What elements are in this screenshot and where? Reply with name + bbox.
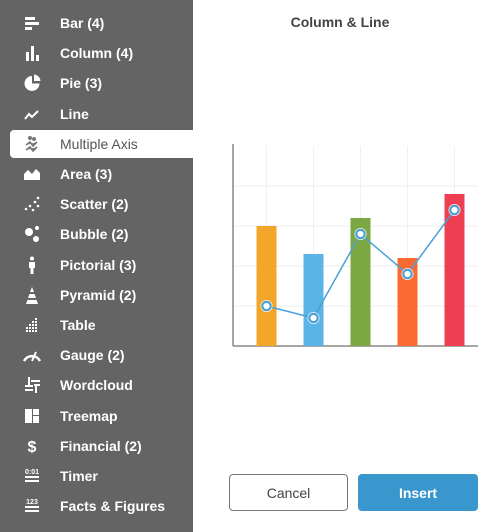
- line-point: [355, 228, 366, 240]
- sidebar-item-table[interactable]: Table: [10, 311, 193, 339]
- sidebar-item-column[interactable]: Column (4): [10, 39, 193, 67]
- line-point: [308, 312, 319, 324]
- line-point: [261, 300, 272, 312]
- sidebar-item-label: Column (4): [60, 45, 134, 62]
- scatter-chart-icon: [20, 194, 44, 214]
- sidebar-item-label: Scatter (2): [60, 196, 129, 213]
- sidebar-item-label: Line: [60, 105, 89, 122]
- table-icon: [20, 315, 44, 335]
- preview-title: Column & Line: [290, 14, 390, 30]
- sidebar-item-label: Wordcloud: [60, 377, 133, 394]
- pie-chart-icon: [20, 73, 44, 93]
- bar: [256, 226, 277, 346]
- sidebar-item-pictorial[interactable]: Pictorial (3): [10, 251, 193, 279]
- sidebar-item-label: Treemap: [60, 407, 118, 424]
- column-chart-icon: [20, 43, 44, 63]
- svg-text:0:01: 0:01: [25, 469, 39, 476]
- sidebar-item-timer[interactable]: 0:01 Timer: [10, 462, 193, 490]
- gauge-icon: [20, 345, 44, 365]
- pyramid-icon: [20, 285, 44, 305]
- sidebar-item-wordcloud[interactable]: Wordcloud: [10, 371, 193, 399]
- wordcloud-icon: [20, 375, 44, 395]
- sidebar-item-label: Area (3): [60, 166, 113, 182]
- sidebar-item-treemap[interactable]: Treemap: [10, 402, 193, 430]
- sidebar-item-pie[interactable]: Pie (3): [10, 69, 193, 97]
- sidebar-item-line[interactable]: Line: [10, 100, 193, 128]
- line-point: [449, 204, 460, 216]
- sidebar-item-bar[interactable]: Bar (4): [10, 9, 193, 37]
- area-chart-icon: [20, 164, 44, 184]
- sidebar-item-label: Financial (2): [60, 437, 142, 454]
- sidebar-item-label: Pictorial (3): [60, 256, 137, 273]
- sidebar-item-label: Facts & Figures: [60, 498, 166, 515]
- sidebar-item-facts-figures[interactable]: 123 Facts & Figures: [10, 492, 193, 520]
- multiple-axis-icon: [20, 134, 44, 154]
- dollar-icon: $: [20, 436, 44, 456]
- svg-text:123: 123: [26, 499, 38, 506]
- svg-text:$: $: [28, 439, 37, 456]
- sidebar-item-area[interactable]: Area (3): [10, 160, 193, 188]
- sidebar-item-label: Bubble (2): [60, 226, 129, 243]
- sidebar-item-label: Multiple Axis: [60, 135, 138, 152]
- sidebar-item-label: Pyramid (2): [60, 286, 137, 303]
- sidebar-item-label: Pie (3): [60, 75, 103, 92]
- sidebar-item-financial[interactable]: $ Financial (2): [10, 432, 193, 460]
- sidebar-item-label: Timer: [60, 468, 98, 484]
- insert-button[interactable]: Insert: [358, 474, 478, 511]
- line-chart-icon: [20, 104, 44, 124]
- chart-type-sidebar: Bar (4) Column (4) Pie (3) Line Multiple Axi…: [0, 0, 193, 532]
- treemap-icon: [20, 406, 44, 426]
- timer-icon: 0:01: [20, 466, 44, 486]
- cancel-button[interactable]: Cancel: [229, 474, 348, 511]
- bar-chart-icon: [20, 13, 44, 33]
- pictorial-icon: [20, 255, 44, 275]
- sidebar-item-pyramid[interactable]: Pyramid (2): [10, 281, 193, 309]
- sidebar-item-label: Bar (4): [60, 15, 105, 31]
- facts-figures-icon: 123: [20, 496, 44, 516]
- sidebar-item-bubble[interactable]: Bubble (2): [10, 220, 193, 248]
- bar: [303, 254, 324, 346]
- sidebar-item-multiple-axis[interactable]: Multiple Axis: [10, 129, 193, 158]
- bubble-chart-icon: [20, 224, 44, 244]
- line-point: [402, 268, 413, 280]
- sidebar-item-label: Table: [60, 317, 96, 333]
- sidebar-item-gauge[interactable]: Gauge (2): [10, 341, 193, 369]
- sidebar-item-scatter[interactable]: Scatter (2): [10, 190, 193, 218]
- chart-preview: [232, 144, 478, 347]
- bar: [444, 194, 465, 346]
- sidebar-item-label: Gauge (2): [60, 347, 125, 364]
